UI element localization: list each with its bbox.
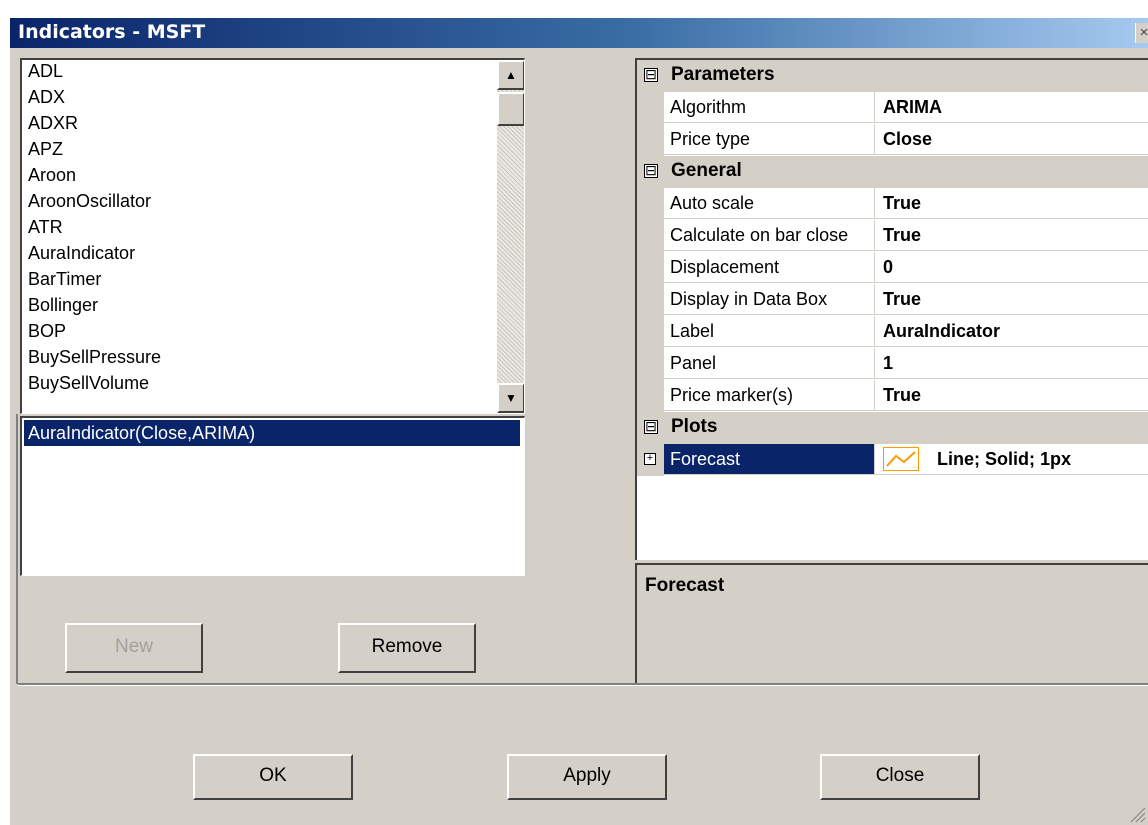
scroll-thumb[interactable] [497, 92, 524, 126]
property-value[interactable]: Line; Solid; 1px [875, 444, 1148, 475]
list-item[interactable]: ADL [28, 60, 63, 82]
property-name: Auto scale [664, 188, 875, 219]
list-item[interactable]: BuySellPressure [28, 346, 161, 368]
property-name: Display in Data Box [664, 284, 875, 315]
property-value[interactable]: True [875, 284, 1148, 315]
category-parameters[interactable]: ⊟ Parameters [637, 60, 1148, 92]
property-name: Price type [664, 124, 875, 155]
close-button[interactable]: Close [820, 754, 980, 800]
property-name: Calculate on bar close [664, 220, 875, 251]
expand-icon[interactable]: + [644, 453, 656, 465]
property-name: Price marker(s) [664, 380, 875, 411]
scroll-up-icon[interactable]: ▲ [497, 60, 524, 90]
property-row-forecast[interactable]: + Forecast Line; Solid; 1px [637, 444, 1148, 476]
window-title: Indicators - MSFT [18, 21, 206, 43]
property-row[interactable]: Price type Close [637, 124, 1148, 156]
list-item[interactable]: ADXR [28, 112, 78, 134]
list-item[interactable]: APZ [28, 138, 63, 160]
plot-style-text: Line; Solid; 1px [937, 449, 1072, 469]
title-bar: Indicators - MSFT × [10, 18, 1148, 48]
new-button[interactable]: New [65, 623, 203, 673]
scroll-down-icon[interactable]: ▼ [497, 383, 524, 413]
list-item[interactable]: BOP [28, 320, 66, 342]
list-item[interactable]: ATR [28, 216, 63, 238]
list-item[interactable]: AroonOscillator [28, 190, 151, 212]
collapse-icon[interactable]: ⊟ [644, 163, 658, 178]
list-item[interactable]: BuySellVolume [28, 372, 149, 394]
property-name: Displacement [664, 252, 875, 283]
collapse-icon[interactable]: ⊟ [644, 67, 658, 82]
list-item[interactable]: BarTimer [28, 268, 101, 290]
description-title: Forecast [645, 575, 725, 596]
property-name: Label [664, 316, 875, 347]
property-value[interactable]: True [875, 188, 1148, 219]
close-window-icon[interactable]: × [1135, 23, 1148, 43]
property-row[interactable]: Calculate on bar close True [637, 220, 1148, 252]
property-name: Algorithm [664, 92, 875, 123]
left-panel-frame [16, 414, 22, 684]
apply-button[interactable]: Apply [507, 754, 667, 800]
property-row[interactable]: Auto scale True [637, 188, 1148, 220]
line-plot-icon [883, 447, 919, 471]
collapse-icon[interactable]: ⊟ [644, 419, 658, 434]
list-item[interactable]: ADX [28, 86, 65, 108]
property-grid[interactable]: ⊟ Parameters Algorithm ARIMA Price type … [635, 58, 1148, 560]
applied-indicators-list[interactable]: AuraIndicator(Close,ARIMA) [20, 416, 525, 576]
category-label: Plots [671, 416, 718, 437]
property-row[interactable]: Price marker(s) True [637, 380, 1148, 412]
property-name: Panel [664, 348, 875, 379]
resize-grip-icon[interactable] [1126, 803, 1146, 823]
property-row[interactable]: Panel 1 [637, 348, 1148, 380]
list-item[interactable]: Aroon [28, 164, 76, 186]
applied-indicator-item[interactable]: AuraIndicator(Close,ARIMA) [24, 420, 520, 446]
indicator-list-scrollbar[interactable]: ▲ ▼ [497, 60, 524, 413]
property-value[interactable]: Close [875, 124, 1148, 155]
divider [18, 683, 1148, 686]
list-item[interactable]: AuraIndicator [28, 242, 135, 264]
property-row[interactable]: Algorithm ARIMA [637, 92, 1148, 124]
list-item[interactable]: Bollinger [28, 294, 98, 316]
indicators-dialog: Indicators - MSFT × ADL ADX ADXR APZ Aro… [10, 18, 1148, 825]
property-name: Forecast [664, 444, 875, 475]
property-description-panel: Forecast [635, 563, 1148, 683]
property-row[interactable]: Label AuraIndicator [637, 316, 1148, 348]
property-value[interactable]: True [875, 380, 1148, 411]
indicator-list[interactable]: ADL ADX ADXR APZ Aroon AroonOscillator A… [20, 58, 525, 414]
category-plots[interactable]: ⊟ Plots [637, 412, 1148, 444]
category-general[interactable]: ⊟ General [637, 156, 1148, 188]
property-row[interactable]: Display in Data Box True [637, 284, 1148, 316]
property-value[interactable]: AuraIndicator [875, 316, 1148, 347]
property-value[interactable]: 1 [875, 348, 1148, 379]
remove-button[interactable]: Remove [338, 623, 476, 673]
category-label: Parameters [671, 64, 775, 85]
property-value[interactable]: ARIMA [875, 92, 1148, 123]
category-label: General [671, 160, 742, 181]
property-value[interactable]: 0 [875, 252, 1148, 283]
property-value[interactable]: True [875, 220, 1148, 251]
ok-button[interactable]: OK [193, 754, 353, 800]
property-row[interactable]: Displacement 0 [637, 252, 1148, 284]
